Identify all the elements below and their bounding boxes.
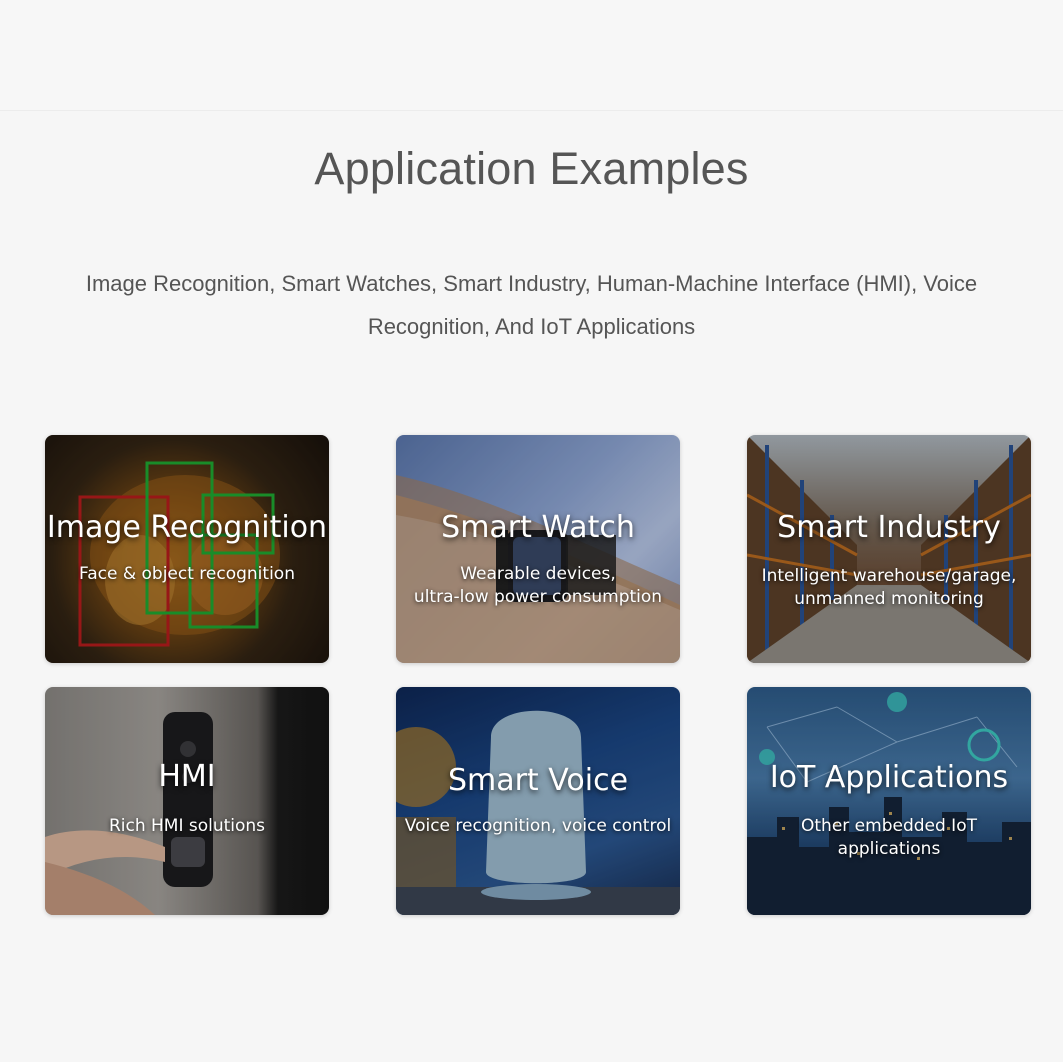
card-overlay [747,687,1031,915]
card-description: Intelligent warehouse/garage, unmanned m… [761,566,1017,609]
card-overlay [45,687,329,915]
card-title: Smart Watch [441,510,635,545]
card-title: Image Recognition [46,510,328,545]
card-smart-industry[interactable]: Smart Industry Intelligent warehouse/gar… [747,435,1031,663]
card-description: Wearable devices, ultra-low power consum… [413,564,663,607]
section-subtitle: Image Recognition, Smart Watches, Smart … [85,271,978,339]
card-smart-voice[interactable]: Smart Voice Voice recognition, voice con… [396,687,680,915]
card-overlay [396,435,680,663]
card-title: Smart Industry [777,510,1001,545]
card-overlay [396,687,680,915]
top-nav-bar [0,0,1063,111]
card-description: Rich HMI solutions [108,816,266,836]
card-description: Other embedded IoT applications [801,816,977,859]
card-title: HMI [158,759,216,794]
section-title: Application Examples [314,143,749,194]
card-hmi[interactable]: HMI Rich HMI solutions [45,687,329,915]
card-title: Smart Voice [447,763,629,798]
card-description: Face & object recognition [79,564,295,584]
card-description: Voice recognition, voice control [404,816,672,836]
card-image-recognition[interactable]: Image Recognition Face & object recognit… [45,435,329,663]
card-smart-watch[interactable]: Smart Watch Wearable devices, ultra-low … [396,435,680,663]
card-overlay [747,435,1031,663]
card-overlay [45,435,329,663]
card-iot-applications[interactable]: IoT Applications Other embedded IoT appl… [747,687,1031,915]
card-title: IoT Applications [769,760,1009,795]
